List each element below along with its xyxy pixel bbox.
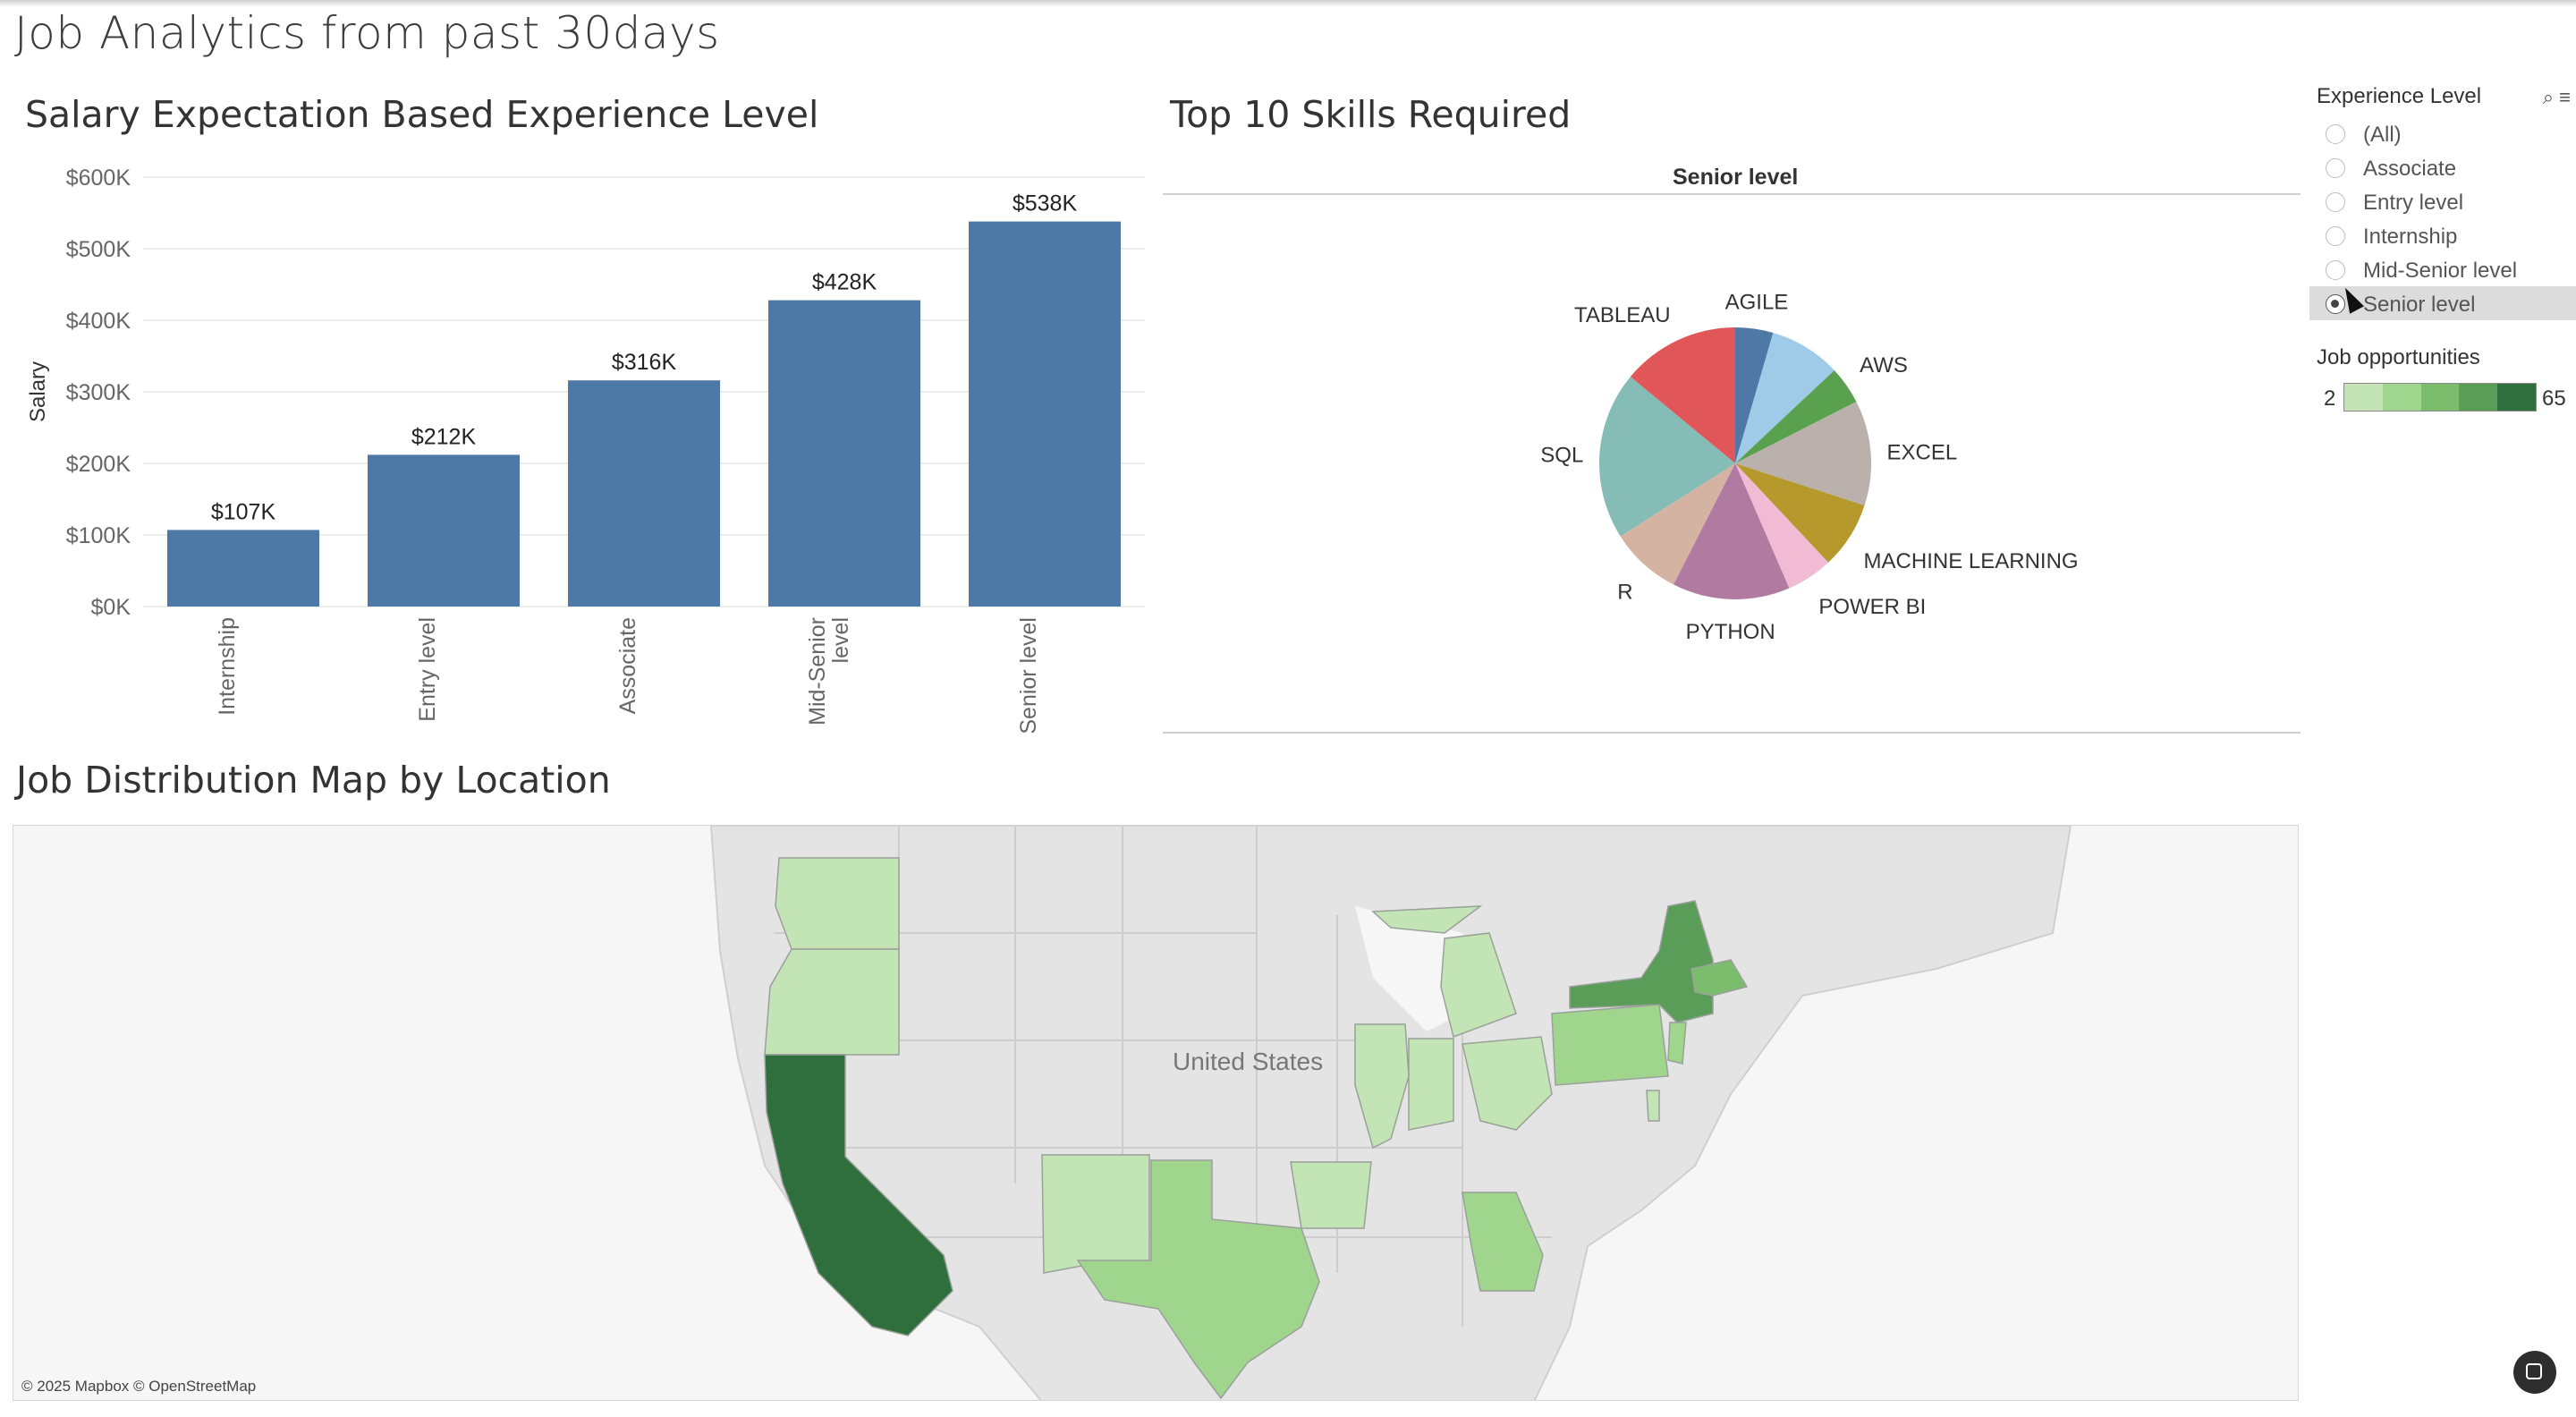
legend-swatch (2497, 384, 2536, 411)
map-attribution[interactable]: © 2025 Mapbox © OpenStreetMap (21, 1378, 256, 1396)
pie-slice-label: EXCEL (1886, 441, 1957, 465)
state-oregon[interactable] (764, 948, 900, 1056)
state-delaware[interactable] (1646, 1090, 1660, 1122)
state-pennsylvania[interactable] (1551, 1004, 1669, 1086)
filter-option-internship[interactable]: Internship (2309, 218, 2576, 252)
pie-slice-label: TABLEAU (1574, 303, 1671, 327)
pie-slice-label: MACHINE LEARNING (1864, 549, 2079, 573)
salary-bar-chart[interactable]: $0K $100K $200K $300K $400K $500K $600K Salary $… (18, 152, 1145, 742)
pie-chart-title: Top 10 Skills Required (1170, 93, 1572, 136)
filter-option-entry-level[interactable]: Entry level (2309, 184, 2576, 218)
x-tick-label: Senior level (1016, 617, 1041, 734)
bar-value-label: $107K (211, 499, 276, 524)
radio-icon[interactable] (2326, 124, 2345, 144)
y-tick-label: $0K (91, 595, 131, 620)
filter-options: (All) Associate Entry level Internship M… (2309, 116, 2576, 320)
filter-option-label: Entry level (2363, 191, 2464, 215)
pie-bottom-divider (1163, 732, 2301, 734)
state-new-jersey[interactable] (1667, 1022, 1687, 1065)
y-axis-title: Salary (26, 361, 50, 422)
pie-slice-label: SQL (1540, 443, 1583, 467)
pie-slice-label: PYTHON (1686, 620, 1775, 644)
pie-slice-label: AGILE (1725, 291, 1789, 315)
filter-option-label: Mid-Senior level (2363, 259, 2518, 283)
country-label-text: United States (1173, 1048, 1324, 1075)
y-tick-label: $400K (66, 309, 131, 334)
screenshot-icon[interactable] (2513, 1351, 2556, 1394)
legend-color-ramp (2343, 383, 2537, 412)
bar[interactable] (167, 530, 319, 607)
pie-slice-label: R (1617, 581, 1632, 605)
skills-pie-chart[interactable]: AGILE AWS EXCEL MACHINE LEARNING POWER BI PYT… (1163, 157, 2299, 730)
legend-swatch (2344, 384, 2383, 411)
filter-title: Experience Level (2317, 84, 2482, 108)
radio-icon[interactable] (2326, 226, 2345, 246)
x-tick-label: Mid-Senior (805, 617, 830, 725)
radio-icon[interactable] (2326, 192, 2345, 212)
menu-icon[interactable]: ≡ (2559, 86, 2571, 108)
bar-value-label: $538K (1013, 191, 1078, 216)
bar[interactable] (368, 454, 520, 607)
radio-icon[interactable] (2326, 260, 2345, 280)
y-tick-label: $200K (66, 452, 131, 477)
pie-slice-label: AWS (1860, 353, 1908, 378)
top-shade (0, 0, 2576, 7)
bar-chart-title: Salary Expectation Based Experience Leve… (25, 93, 819, 136)
legend-swatch (2382, 384, 2421, 411)
x-tick-label: Associate (615, 617, 640, 714)
state-indiana[interactable] (1408, 1038, 1454, 1131)
bar-value-label: $212K (411, 424, 477, 449)
pie-slice-label: POWER BI (1818, 595, 1926, 619)
bar[interactable] (568, 380, 720, 607)
filter-option-label: Internship (2363, 225, 2458, 249)
filter-option-label: (All) (2363, 123, 2402, 147)
filter-option-label: Senior level (2363, 293, 2476, 317)
y-tick-label: $100K (66, 523, 131, 548)
filter-option-label: Associate (2363, 157, 2457, 181)
legend-min: 2 (2324, 386, 2336, 411)
legend-swatch (2459, 384, 2498, 411)
legend-max: 65 (2542, 386, 2566, 411)
filter-option-associate[interactable]: Associate (2309, 150, 2576, 184)
bar-value-label: $316K (612, 350, 677, 375)
country-label: United States (1173, 1048, 1323, 1076)
map-title: Job Distribution Map by Location (16, 759, 611, 802)
bar[interactable] (969, 221, 1121, 607)
radio-icon[interactable] (2326, 158, 2345, 178)
y-tick-label: $600K (66, 165, 131, 191)
filter-tools[interactable]: ⌕ ≡ (2543, 86, 2571, 109)
search-icon[interactable]: ⌕ (2543, 86, 2554, 108)
dashboard-title: Job Analytics from past 30days (14, 7, 720, 59)
state-new-mexico[interactable] (1041, 1154, 1150, 1274)
y-tick-label: $300K (66, 380, 131, 405)
filter-option-senior-level[interactable]: Senior level (2309, 284, 2576, 320)
filter-option-all[interactable]: (All) (2309, 116, 2576, 150)
x-tick-label: Internship (215, 617, 240, 716)
job-distribution-map[interactable]: United States (13, 825, 2299, 1401)
legend-swatch (2420, 384, 2460, 411)
x-tick-label: level (828, 617, 853, 663)
bar[interactable] (768, 300, 920, 607)
state-washington[interactable] (775, 857, 900, 950)
state-arkansas[interactable] (1290, 1161, 1372, 1229)
filter-option-mid-senior[interactable]: Mid-Senior level (2309, 252, 2576, 286)
y-tick-label: $500K (66, 237, 131, 262)
x-tick-label: Entry level (415, 617, 440, 722)
bar-value-label: $428K (812, 270, 877, 295)
legend-title: Job opportunities (2317, 345, 2480, 369)
